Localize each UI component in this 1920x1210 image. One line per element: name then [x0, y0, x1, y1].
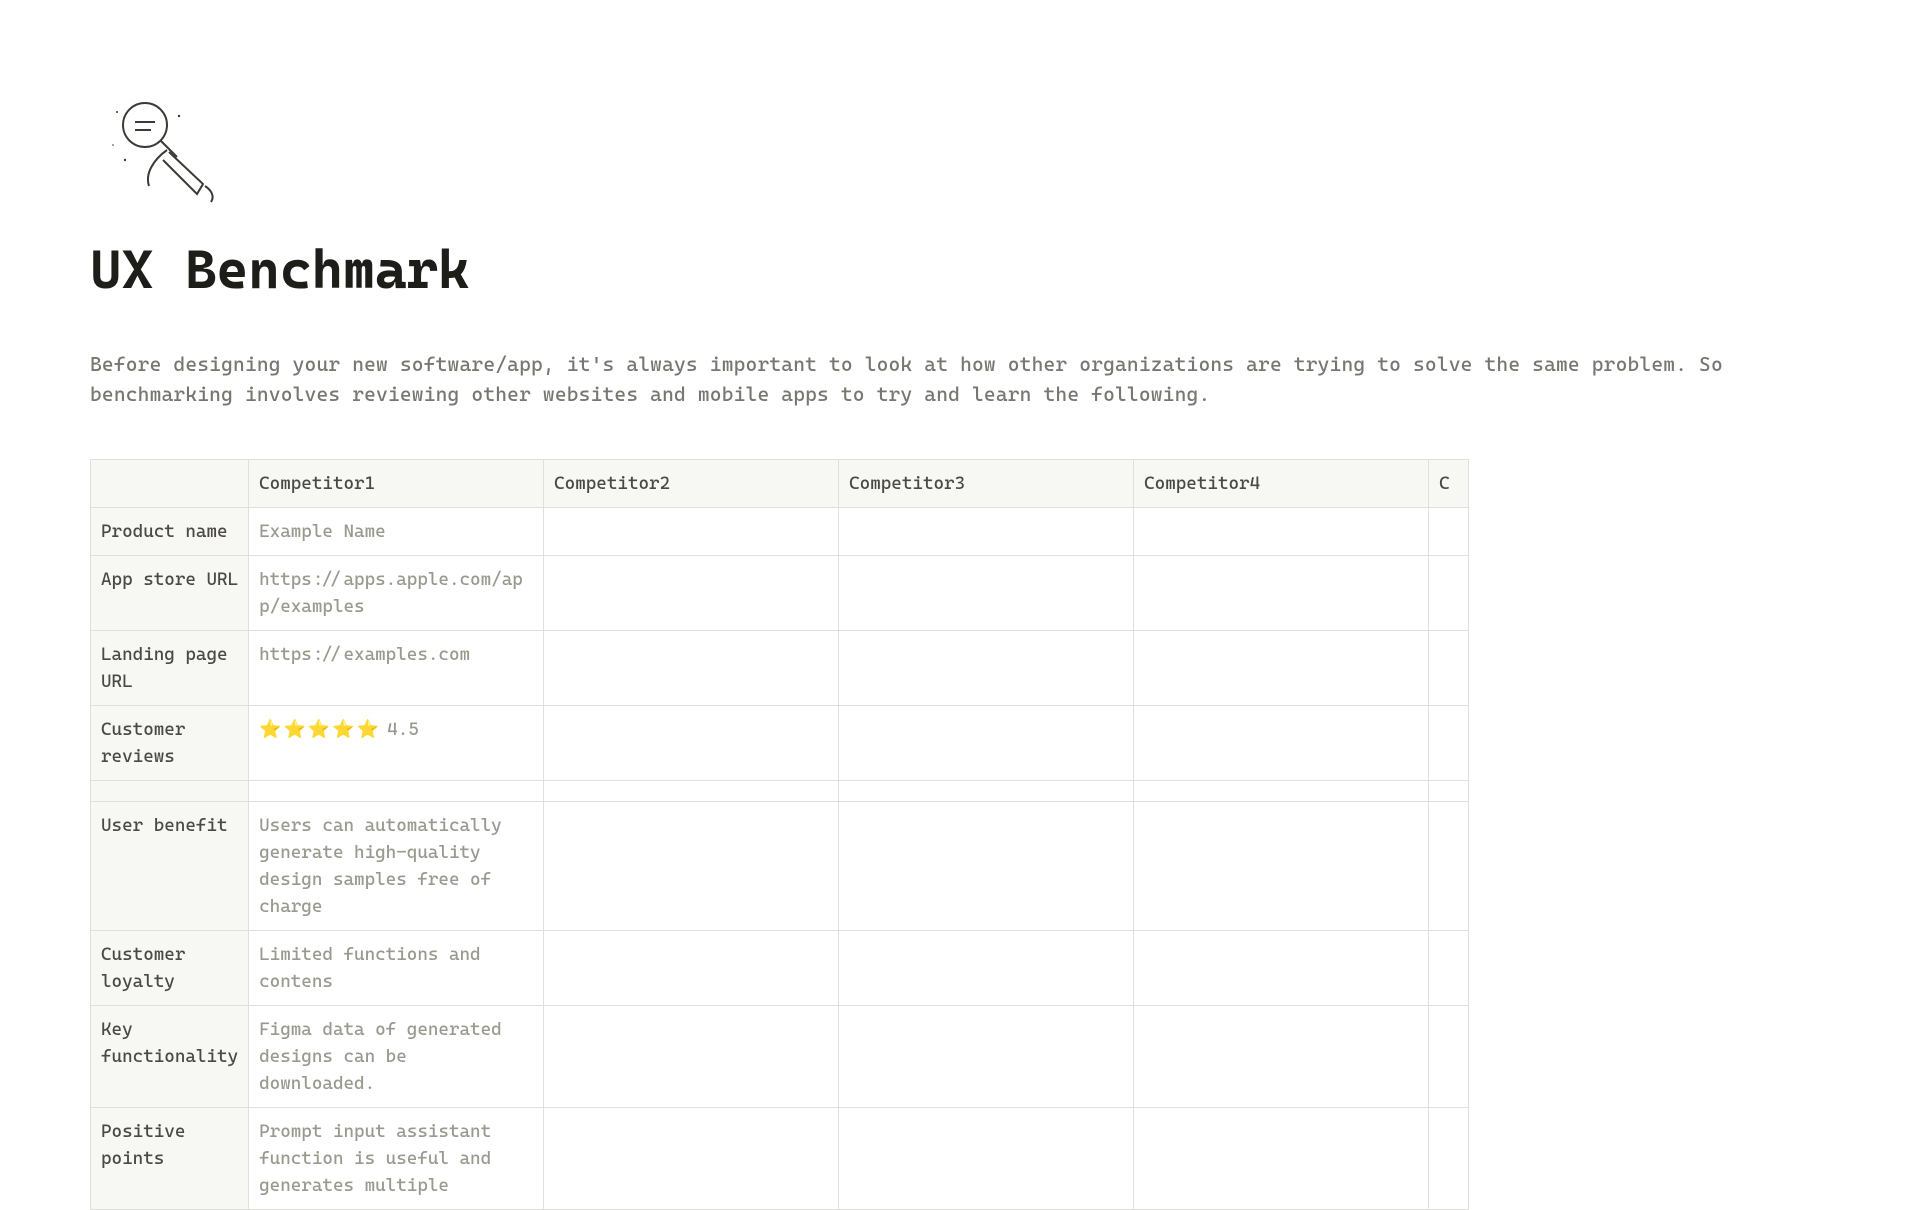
cell[interactable]	[544, 1108, 839, 1210]
table-row: Positive points Prompt input assistant f…	[91, 1108, 1469, 1210]
rating-value: 4.5	[387, 719, 419, 740]
cell[interactable]	[1134, 508, 1429, 556]
cell[interactable]	[544, 802, 839, 931]
cell[interactable]: https://examples.com	[249, 631, 544, 706]
row-label[interactable]: Customer reviews	[91, 706, 249, 781]
cell[interactable]	[1134, 1108, 1429, 1210]
col-header-competitor5: C	[1429, 460, 1469, 508]
cell[interactable]	[1429, 1108, 1469, 1210]
cell[interactable]: Example Name	[249, 508, 544, 556]
cell[interactable]	[1429, 931, 1469, 1006]
cell[interactable]	[544, 706, 839, 781]
cell[interactable]	[1429, 706, 1469, 781]
table-row: User benefit Users can automatically gen…	[91, 802, 1469, 931]
cell[interactable]	[1134, 631, 1429, 706]
cell[interactable]	[839, 802, 1134, 931]
cell[interactable]	[1429, 556, 1469, 631]
row-label[interactable]: App store URL	[91, 556, 249, 631]
page-intro: Before designing your new software/app, …	[90, 349, 1830, 409]
cell[interactable]	[544, 631, 839, 706]
cell[interactable]	[1134, 802, 1429, 931]
col-header-competitor3: Competitor3	[839, 460, 1134, 508]
benchmark-table: Competitor1 Competitor2 Competitor3 Comp…	[90, 459, 1469, 1210]
row-label[interactable]: Product name	[91, 508, 249, 556]
table-row: Customer reviews ⭐⭐⭐⭐⭐ 4.5	[91, 706, 1469, 781]
table-row: Key functionality Figma data of generate…	[91, 1006, 1469, 1108]
cell[interactable]	[839, 931, 1134, 1006]
cell[interactable]: https://apps.apple.com/app/examples	[249, 556, 544, 631]
cell[interactable]	[249, 781, 544, 802]
cell[interactable]	[839, 1006, 1134, 1108]
col-header-competitor2: Competitor2	[544, 460, 839, 508]
page-title: UX Benchmark	[90, 238, 1830, 301]
cell[interactable]	[1429, 802, 1469, 931]
cell[interactable]	[1429, 631, 1469, 706]
cell[interactable]	[839, 556, 1134, 631]
cell[interactable]	[544, 556, 839, 631]
col-header-blank	[91, 460, 249, 508]
cell[interactable]	[1134, 781, 1429, 802]
cell[interactable]	[1429, 781, 1469, 802]
cell[interactable]	[1134, 556, 1429, 631]
row-label[interactable]: Customer loyalty	[91, 931, 249, 1006]
cell[interactable]	[839, 706, 1134, 781]
cell[interactable]	[1134, 1006, 1429, 1108]
cell[interactable]: Figma data of generated designs can be d…	[249, 1006, 544, 1108]
table-row: Product name Example Name	[91, 508, 1469, 556]
table-row	[91, 781, 1469, 802]
cell[interactable]	[1429, 508, 1469, 556]
cell[interactable]: Prompt input assistant function is usefu…	[249, 1108, 544, 1210]
benchmark-table-wrap: Competitor1 Competitor2 Competitor3 Comp…	[90, 459, 1830, 1210]
table-row: App store URL https://apps.apple.com/app…	[91, 556, 1469, 631]
cell[interactable]: Limited functions and contens	[249, 931, 544, 1006]
row-label[interactable]: Positive points	[91, 1108, 249, 1210]
table-row: Landing page URL https://examples.com	[91, 631, 1469, 706]
cell[interactable]	[544, 781, 839, 802]
cell[interactable]	[1429, 1006, 1469, 1108]
row-label[interactable]: Landing page URL	[91, 631, 249, 706]
cell[interactable]	[544, 1006, 839, 1108]
cell[interactable]	[544, 508, 839, 556]
row-label[interactable]: User benefit	[91, 802, 249, 931]
col-header-competitor4: Competitor4	[1134, 460, 1429, 508]
cell[interactable]	[1134, 931, 1429, 1006]
row-label[interactable]: Key functionality	[91, 1006, 249, 1108]
page-icon	[90, 100, 1830, 208]
cell[interactable]	[1134, 706, 1429, 781]
cell[interactable]: Users can automatically generate high-qu…	[249, 802, 544, 931]
table-row: Customer loyalty Limited functions and c…	[91, 931, 1469, 1006]
cell[interactable]	[839, 508, 1134, 556]
cell[interactable]	[839, 631, 1134, 706]
star-icon: ⭐⭐⭐⭐⭐	[259, 719, 381, 740]
cell[interactable]	[839, 781, 1134, 802]
cell[interactable]	[839, 1108, 1134, 1210]
col-header-competitor1: Competitor1	[249, 460, 544, 508]
cell[interactable]	[544, 931, 839, 1006]
row-label[interactable]	[91, 781, 249, 802]
cell[interactable]: ⭐⭐⭐⭐⭐ 4.5	[249, 706, 544, 781]
